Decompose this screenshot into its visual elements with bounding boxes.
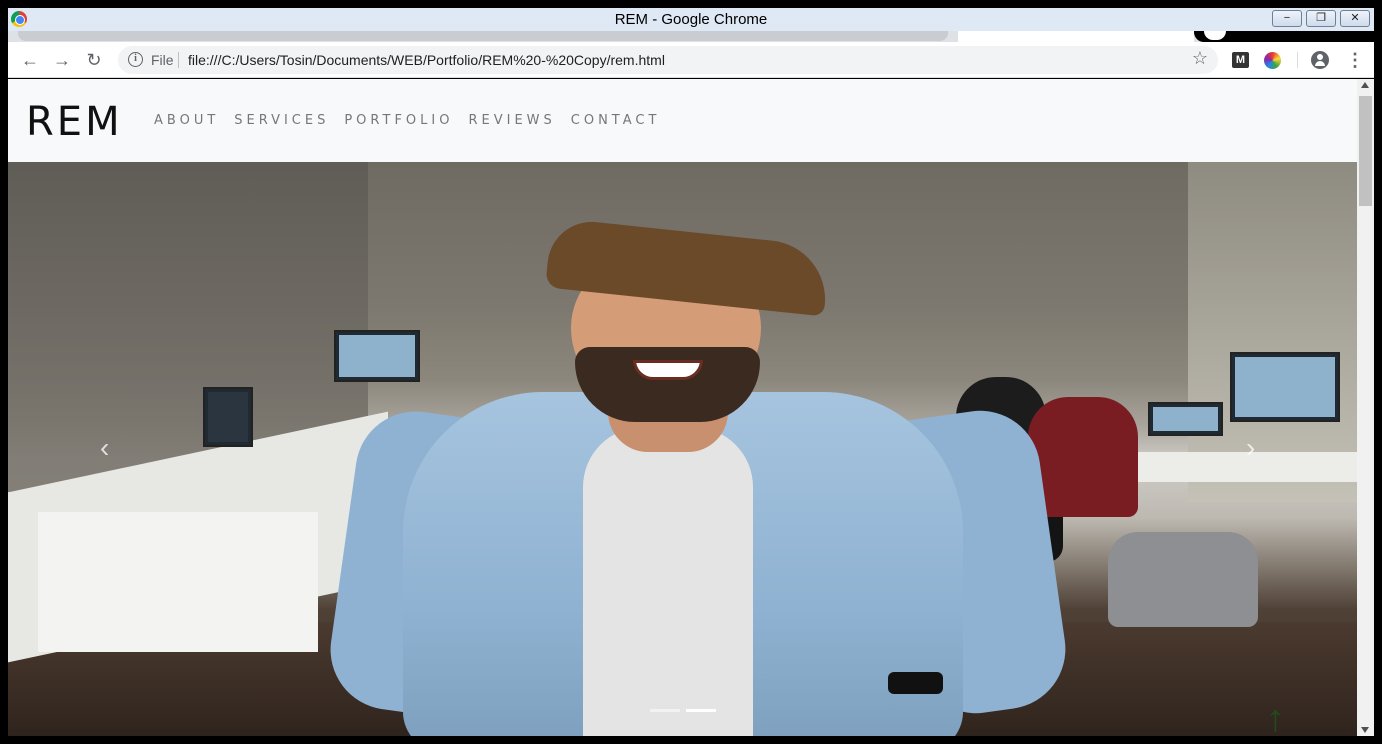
site-brand-logo[interactable]: REM [26, 99, 123, 145]
extension-m-icon[interactable]: M [1232, 52, 1249, 68]
background-tabs[interactable] [18, 31, 948, 41]
browser-window: REM - Google Chrome − ❐ ✕ ← → ↻ i File f… [0, 0, 1382, 744]
carousel-prev-chevron-icon[interactable]: ‹ [100, 432, 109, 464]
nav-link-contact[interactable]: CONTACT [571, 113, 661, 128]
restore-button[interactable]: ❐ [1306, 10, 1336, 27]
color-picker-extension-icon[interactable] [1264, 52, 1281, 69]
info-icon[interactable]: i [128, 52, 143, 67]
title-bar: REM - Google Chrome − ❐ ✕ [8, 8, 1374, 31]
url-text[interactable]: file:///C:/Users/Tosin/Documents/WEB/Por… [188, 52, 665, 68]
reload-button[interactable]: ↻ [83, 49, 105, 71]
toolbar-divider [1297, 52, 1298, 68]
close-button[interactable]: ✕ [1340, 10, 1370, 27]
page-viewport: REM ABOUT SERVICES PORTFOLIO REVIEWS CON… [8, 79, 1357, 736]
carousel-indicator[interactable] [650, 709, 680, 712]
scroll-down-arrow-icon[interactable] [1361, 727, 1369, 733]
chrome-menu-icon[interactable]: ⋮ [1346, 49, 1364, 71]
address-bar[interactable]: i File file:///C:/Users/Tosin/Documents/… [118, 46, 1218, 74]
carousel-indicators [650, 709, 716, 712]
profile-icon[interactable] [1311, 51, 1329, 69]
forward-button[interactable]: → [51, 49, 73, 71]
browser-toolbar: ← → ↻ i File file:///C:/Users/Tosin/Docu… [8, 42, 1374, 78]
site-nav-links: ABOUT SERVICES PORTFOLIO REVIEWS CONTACT [154, 113, 675, 128]
nav-link-portfolio[interactable]: PORTFOLIO [344, 113, 453, 128]
minimize-button[interactable]: − [1272, 10, 1302, 27]
back-to-top-arrow-icon[interactable]: ↑ [1266, 700, 1285, 736]
bookmark-star-icon[interactable]: ☆ [1192, 48, 1208, 69]
tab-strip [8, 31, 1382, 42]
scroll-up-arrow-icon[interactable] [1361, 82, 1369, 88]
scroll-thumb[interactable] [1359, 96, 1372, 206]
vertical-scrollbar[interactable] [1357, 79, 1374, 736]
site-navbar: REM ABOUT SERVICES PORTFOLIO REVIEWS CON… [8, 79, 1357, 162]
scheme-label: File [151, 52, 174, 68]
window-title: REM - Google Chrome [614, 11, 768, 28]
hero-carousel: ‹ › ↑ [8, 162, 1357, 736]
omnibox-divider [178, 52, 179, 68]
carousel-next-chevron-icon[interactable]: › [1246, 432, 1255, 464]
back-button[interactable]: ← [19, 49, 41, 71]
carousel-indicator-active[interactable] [686, 709, 716, 712]
active-tab[interactable] [958, 31, 1194, 42]
nav-link-services[interactable]: SERVICES [234, 113, 329, 128]
nav-link-about[interactable]: ABOUT [154, 113, 219, 128]
nav-link-reviews[interactable]: REVIEWS [468, 113, 555, 128]
